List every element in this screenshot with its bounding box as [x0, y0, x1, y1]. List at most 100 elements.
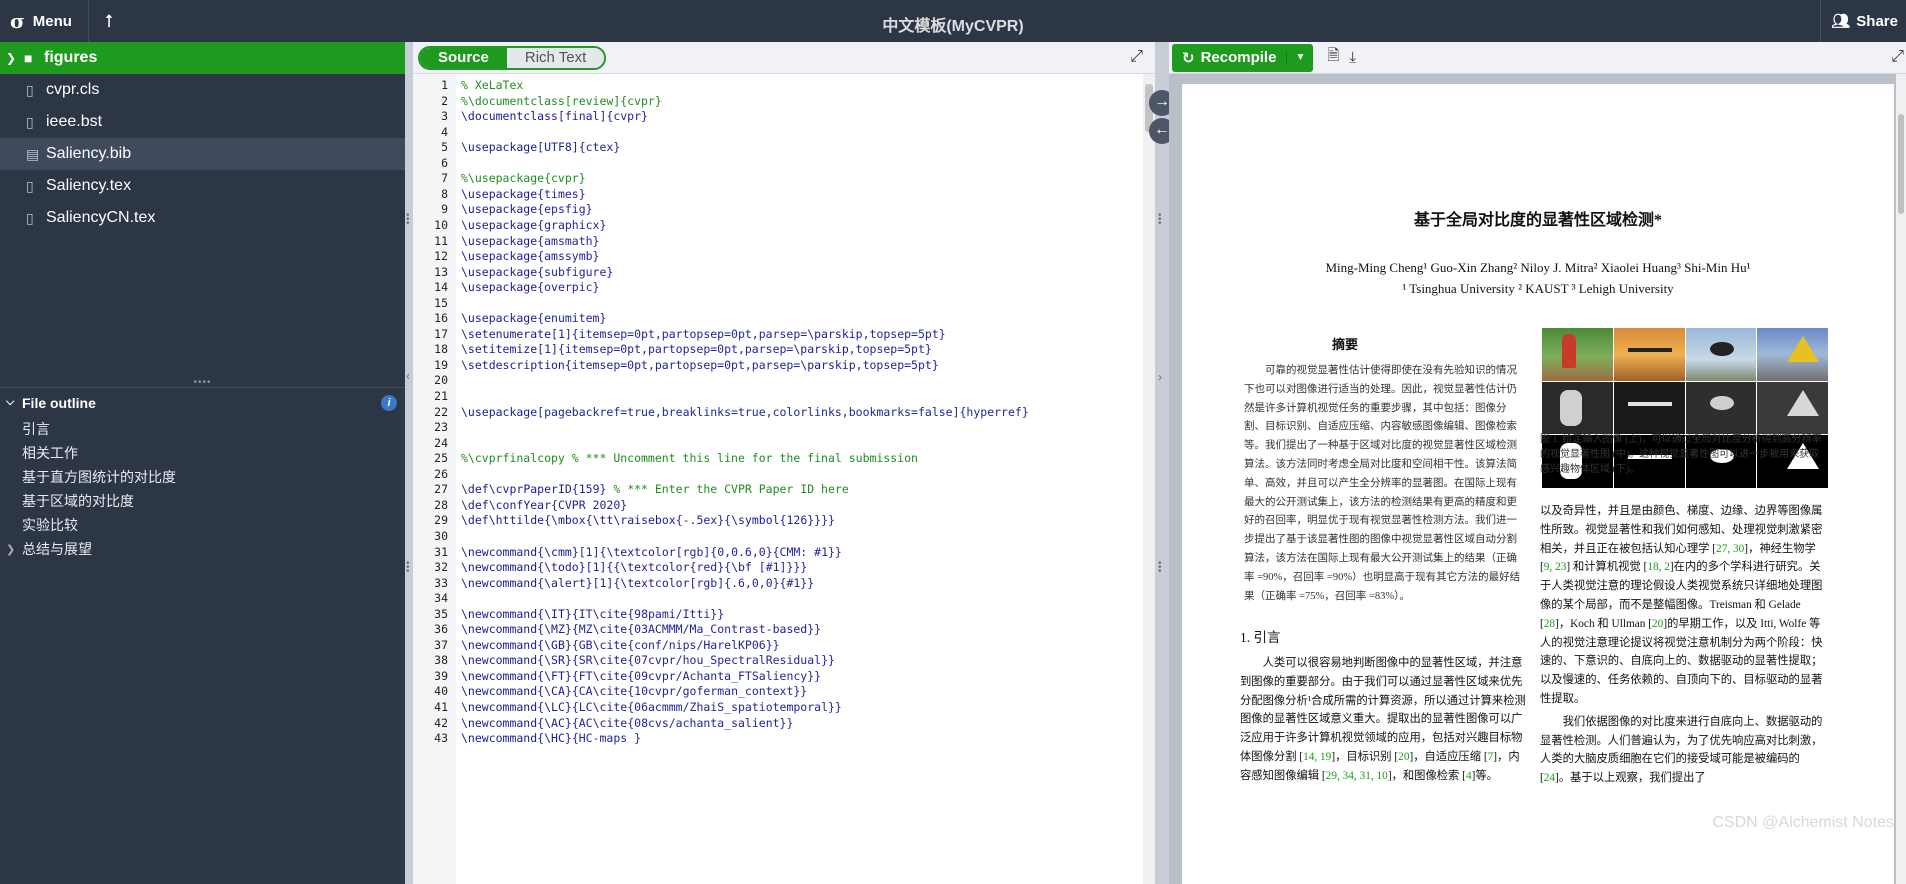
- file-name: SaliencyCN.tex: [46, 209, 156, 226]
- file-icon: ▯: [26, 177, 34, 194]
- info-icon[interactable]: i: [381, 395, 397, 411]
- grip-icon: • • •: [406, 210, 410, 229]
- pdf-page[interactable]: 基于全局对比度的显著性区域检测* Ming-Ming Cheng¹ Guo-Xi…: [1182, 84, 1894, 884]
- chevron-down-icon: ⌵: [6, 396, 15, 408]
- file-tree: ❯ ■ figures ▯ cvpr.cls ▯ ieee.bst ▤ Sali…: [0, 42, 405, 377]
- citation-link[interactable]: 20: [1652, 618, 1663, 630]
- file-name: cvpr.cls: [46, 81, 100, 98]
- pdf-scrollbar[interactable]: [1896, 74, 1906, 884]
- collapse-left-icon[interactable]: ‹: [406, 370, 410, 382]
- code-text: \setenumerate[1]{itemsep=0pt,partopsep=0…: [461, 326, 946, 341]
- code-text: \newcommand{\cmm}[1]{\textcolor[rgb]{0,0…: [461, 544, 842, 559]
- outline-item[interactable]: 基于直方图统计的对比度: [0, 465, 405, 489]
- code-text: \setitemize[1]{itemsep=0pt,partopsep=0pt…: [461, 342, 932, 357]
- section-1-text: 人类可以很容易地判断图像中的显著性区域，并注意到图像的重要部分。由于我们可以通过…: [1240, 657, 1526, 782]
- figure-photo-bird: [1685, 328, 1757, 381]
- scrollbar-thumb[interactable]: [1898, 114, 1904, 214]
- file-icon: ▯: [26, 209, 34, 226]
- code-text: % XeLaTex: [461, 78, 524, 92]
- citation-link[interactable]: 14, 19: [1303, 751, 1331, 763]
- code-text: \newcommand{\FT}{FT\cite{09cvpr/Achanta_…: [461, 668, 822, 683]
- file-tree-item[interactable]: ▯ SaliencyCN.tex: [0, 202, 405, 234]
- outline-resize-handle[interactable]: ••••: [0, 377, 405, 388]
- file-name: Saliency.tex: [46, 177, 132, 194]
- code-line[interactable]: 43 \newcommand{\HC}{HC-maps }: [413, 729, 1143, 748]
- chevron-right-icon[interactable]: ❯: [6, 543, 22, 556]
- file-tree-item-selected[interactable]: ▤ Saliency.bib: [0, 138, 405, 170]
- code-text: \usepackage{amssymb}: [461, 249, 600, 264]
- watermark: CSDN @Alchemist Notes: [1712, 814, 1894, 831]
- file-tree-item[interactable]: ▯ Saliency.tex: [0, 170, 405, 202]
- menu-button[interactable]: 𝛔 Menu: [0, 0, 89, 42]
- share-label: Share: [1856, 12, 1898, 30]
- recompile-options-dropdown[interactable]: ▼: [1286, 52, 1313, 63]
- paper-title: 基于全局对比度的显著性区域检测*: [1413, 212, 1662, 229]
- recompile-button[interactable]: ↻ Recompile: [1172, 49, 1286, 67]
- citation-link[interactable]: 29, 34, 31, 10: [1326, 770, 1388, 782]
- logs-icon[interactable]: 🗎︎: [1327, 45, 1339, 70]
- outline-item[interactable]: 基于区域的对比度: [0, 489, 405, 513]
- code-text: %\usepackage{cvpr}: [461, 171, 586, 186]
- citation-link[interactable]: 18, 2: [1647, 561, 1670, 573]
- outline-item-collapsible[interactable]: ❯ 总结与展望: [0, 537, 405, 561]
- overleaf-logo-icon: 𝛔: [10, 9, 25, 33]
- grip-icon: • • •: [1158, 558, 1162, 577]
- line-number: 43: [434, 731, 448, 746]
- recompile-button-group: ↻ Recompile ▼: [1172, 43, 1314, 72]
- sidebar-resize-handle[interactable]: • • • ‹ • • •: [405, 42, 413, 884]
- file-tree-item[interactable]: ▯ cvpr.cls: [0, 74, 405, 106]
- code-text: \newcommand{\alert}[1]{\textcolor[rgb]{.…: [461, 575, 815, 590]
- code-text: \def\confYear{CVPR 2020}: [461, 497, 628, 512]
- figure-photo-airplane: [1613, 328, 1685, 381]
- share-button[interactable]: 👥︎ Share: [1820, 0, 1906, 42]
- citation-link[interactable]: 9, 23: [1544, 561, 1567, 573]
- file-name: figures: [44, 49, 98, 66]
- outline-item[interactable]: 相关工作: [0, 441, 405, 465]
- collapse-right-icon[interactable]: ›: [1158, 370, 1162, 384]
- citation-link[interactable]: 28: [1544, 618, 1555, 630]
- figure-1-caption: 图 1. 给定输入图像 (上)，可以通过全局对比度分析得到高分辨率的视觉显著性图…: [1540, 434, 1822, 475]
- code-text: \usepackage{amsmath}: [461, 233, 600, 248]
- tab-source[interactable]: Source: [420, 47, 507, 68]
- pdf-preview: ↻ Recompile ▼ 🗎︎ ⤓ ⤢ 基于全局对比度的显著性区域检测* Mi…: [1169, 42, 1906, 884]
- outline-item[interactable]: 实验比较: [0, 513, 405, 537]
- code-text: \newcommand{\LC}{LC\cite{06acmmm/ZhaiS_s…: [461, 700, 842, 714]
- expand-icon[interactable]: ⤢: [1130, 48, 1143, 66]
- code-text: \newcommand{\CA}{CA\cite{10cvpr/goferman…: [461, 684, 808, 699]
- code-text: \setdescription{itemsep=0pt,partopsep=0p…: [461, 357, 939, 372]
- back-to-projects-icon[interactable]: ⭡: [89, 0, 129, 42]
- file-tree-folder-figures[interactable]: ❯ ■ figures: [0, 42, 405, 74]
- file-outline-header[interactable]: ⌵ File outline i: [0, 387, 405, 417]
- file-icon: ▯: [26, 113, 34, 130]
- tab-rich-text[interactable]: Rich Text: [506, 47, 605, 68]
- code-text: \usepackage{overpic}: [461, 280, 600, 295]
- code-text: %\documentclass[review]{cvpr}: [461, 93, 662, 108]
- column-2-paragraph: 以及奇异性，并且是由颜色、梯度、边缘、边界等图像属性所致。视觉显著性和我们如何感…: [1540, 505, 1823, 705]
- citation-link[interactable]: 20: [1398, 751, 1409, 763]
- expand-icon[interactable]: ⤢: [1891, 48, 1904, 66]
- editor-toolbar: Source Rich Text ⤢: [413, 42, 1155, 74]
- code-area[interactable]: 1% XeLaTex 2 %\documentclass[review]{cvpr}…: [413, 74, 1155, 884]
- outline-item[interactable]: 引言: [0, 417, 405, 441]
- pane-resize-handle[interactable]: → ← • • • › • • •: [1149, 42, 1175, 884]
- grip-icon: • • •: [406, 558, 410, 577]
- chevron-right-icon[interactable]: ❯: [6, 51, 16, 65]
- editor-scrollbar[interactable]: [1143, 74, 1155, 884]
- preview-toolbar: ↻ Recompile ▼ 🗎︎ ⤓ ⤢: [1169, 42, 1906, 74]
- source-editor: Source Rich Text ⤢ 1% XeLaTex 2 %\document…: [413, 42, 1155, 884]
- file-tree-item[interactable]: ▯ ieee.bst: [0, 106, 405, 138]
- code-text: \usepackage{subfigure}: [461, 264, 614, 279]
- recompile-label: Recompile: [1200, 49, 1277, 66]
- code-text: \newcommand{\AC}{AC\cite{08cvs/achanta_s…: [461, 715, 794, 730]
- abstract-heading: 摘要: [1332, 337, 1359, 352]
- download-pdf-icon[interactable]: ⤓: [1349, 49, 1356, 66]
- code-text: \def\cvprPaperID{159} % *** Enter the CV…: [461, 482, 849, 497]
- citation-link[interactable]: 24: [1544, 772, 1555, 784]
- outline-item-label: 总结与展望: [22, 541, 92, 557]
- citation-link[interactable]: 27, 30: [1716, 543, 1744, 555]
